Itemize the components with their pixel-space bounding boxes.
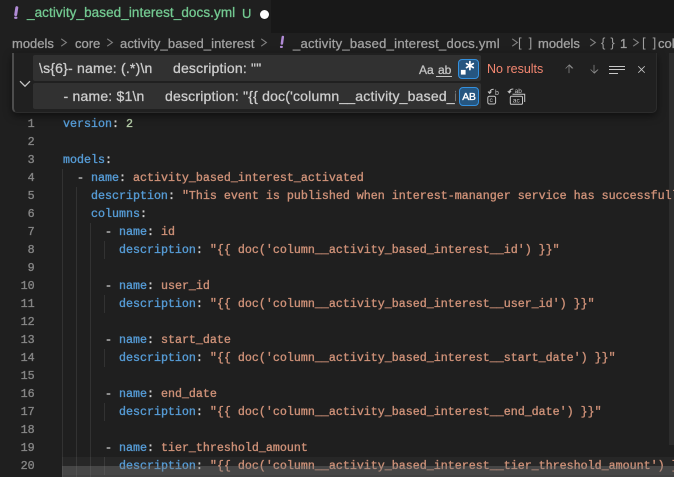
svg-text:b: b <box>495 90 499 97</box>
svg-text:ab: ab <box>515 88 523 95</box>
svg-text:c: c <box>490 97 494 104</box>
svg-text:ac: ac <box>513 98 521 105</box>
